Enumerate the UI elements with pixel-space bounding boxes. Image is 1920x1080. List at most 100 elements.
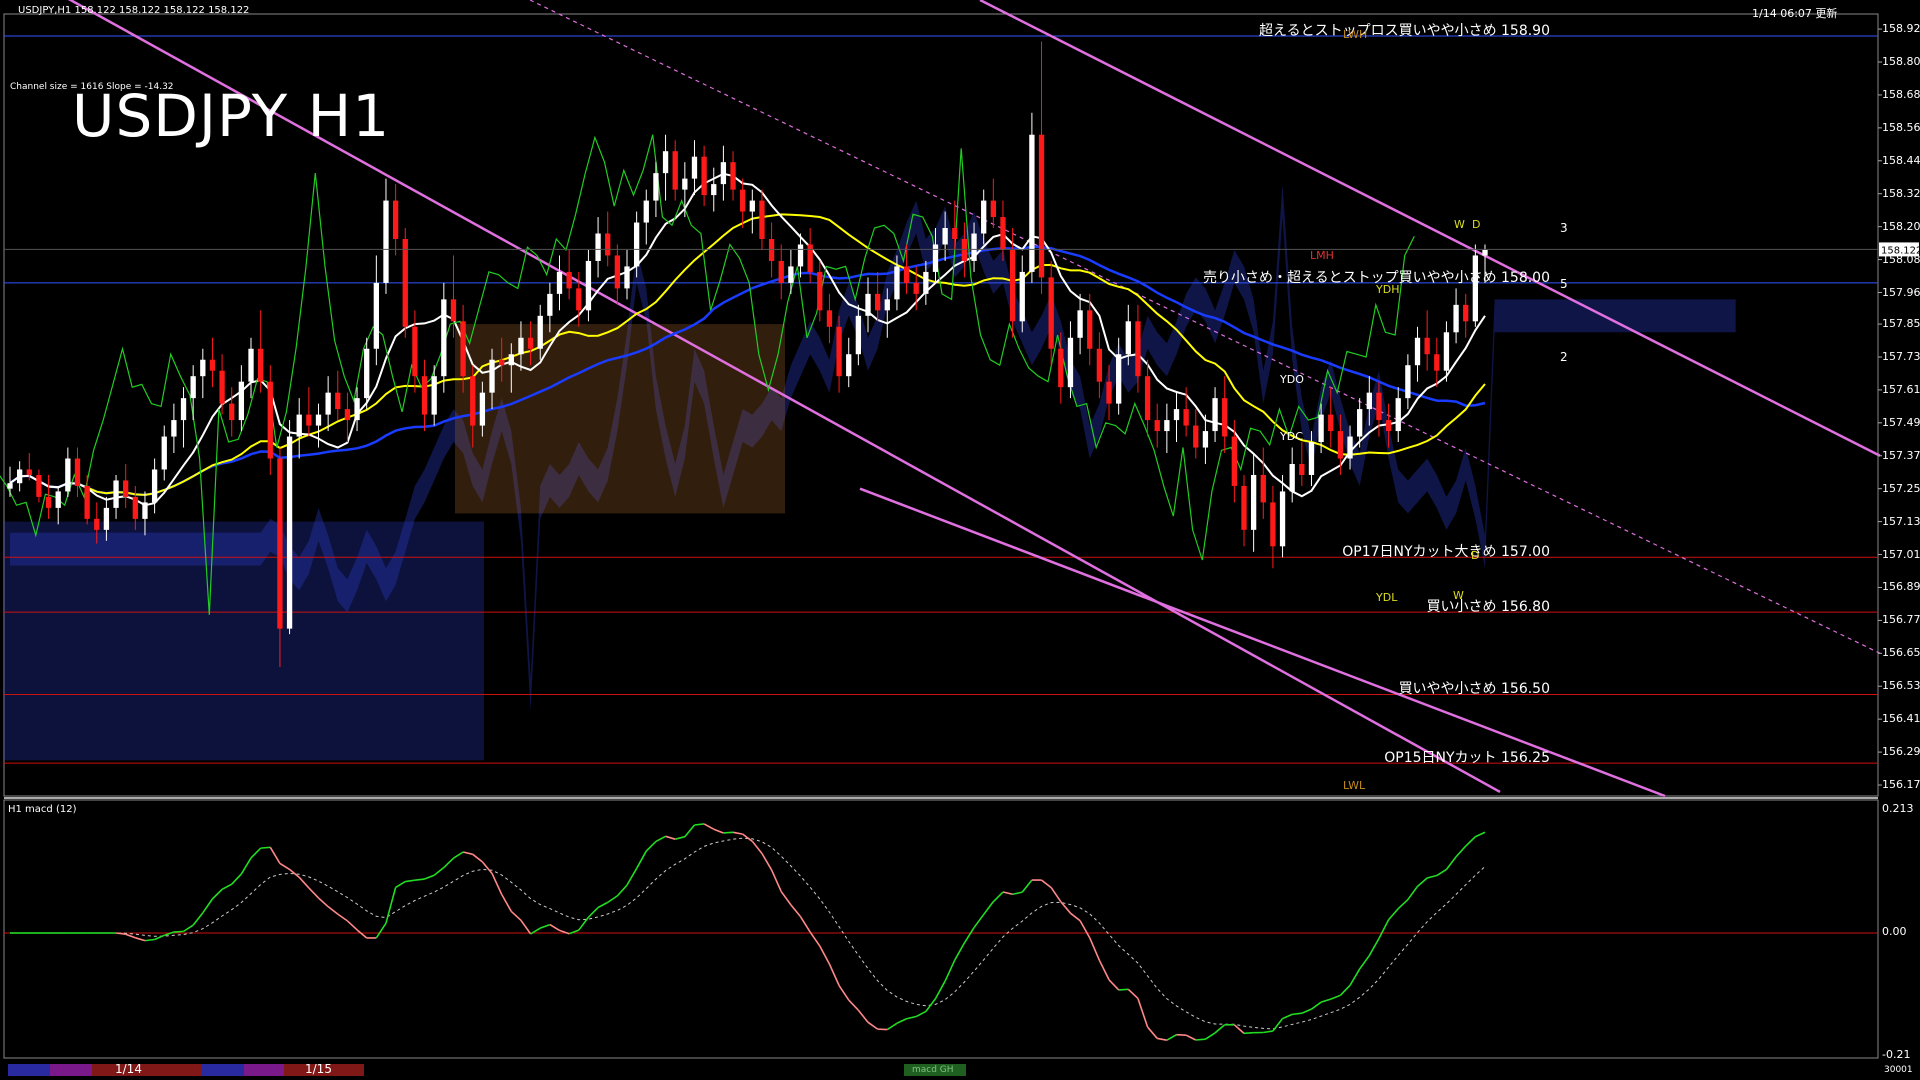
- macd-panel-frame: [3, 799, 1879, 1059]
- macd-line-segment: [732, 831, 743, 835]
- candle-body: [209, 359, 216, 371]
- candle-body: [1231, 436, 1237, 486]
- candle-body: [421, 376, 428, 415]
- key-level-label: 買い小さめ 156.80: [1426, 599, 1550, 616]
- candle-body: [1038, 134, 1045, 278]
- price-axis-label: 156.290: [1882, 745, 1920, 759]
- macd-label: H1 macd (12): [8, 804, 77, 815]
- key-level-label: 買いやや小さめ 156.50: [1398, 681, 1550, 698]
- price-axis-label: 156.650: [1882, 646, 1920, 660]
- candle-body: [894, 266, 900, 300]
- candle-body: [730, 162, 736, 190]
- macd-line-segment: [1475, 831, 1486, 838]
- candle-body: [1357, 409, 1363, 437]
- macd-line-segment: [481, 861, 493, 874]
- macd-line-segment: [674, 835, 686, 840]
- macd-line-segment: [1204, 1032, 1216, 1040]
- candle-body: [576, 288, 582, 311]
- macd-line-segment: [173, 930, 184, 933]
- candle-body: [1087, 310, 1093, 349]
- macd-line-segment: [1349, 968, 1361, 986]
- macd-line-segment: [1214, 1024, 1226, 1034]
- macd-line-segment: [723, 831, 734, 834]
- macd-line-segment: [1263, 1030, 1274, 1034]
- candle-body: [624, 266, 630, 289]
- macd-line-segment: [1137, 998, 1149, 1028]
- candle-body: [1289, 463, 1295, 492]
- candle-body: [1463, 304, 1469, 322]
- candle-body: [123, 480, 129, 497]
- macd-line-segment: [183, 924, 194, 933]
- candle-body: [884, 299, 890, 311]
- price-axis-label: 158.925: [1882, 22, 1920, 36]
- candle-body: [566, 271, 572, 289]
- symbol-info: USDJPY,H1 158.122 158.122 158.122 158.12…: [18, 5, 250, 16]
- macd-line-segment: [1320, 998, 1331, 1003]
- box-label-d-low: D: [1471, 549, 1480, 562]
- candle-body: [1414, 337, 1421, 366]
- channel-label-2: 2: [1560, 350, 1568, 364]
- candle-body: [556, 271, 563, 294]
- candle-body: [682, 178, 688, 190]
- key-level-label: OP15日NYカット 156.25: [1384, 750, 1550, 767]
- macd-line-segment: [549, 923, 560, 932]
- candle-body: [932, 244, 939, 272]
- box-label-ydc: YDC: [1280, 430, 1303, 443]
- macd-line-segment: [1060, 901, 1072, 914]
- candle-body: [547, 293, 553, 316]
- candle-body: [151, 469, 158, 503]
- macd-line-segment: [587, 906, 599, 918]
- candle-body: [1173, 409, 1180, 421]
- macd-line-segment: [308, 887, 320, 899]
- macd-line-segment: [1397, 898, 1409, 910]
- candle-body: [94, 518, 100, 530]
- price-chart-svg[interactable]: 158.122: [0, 0, 1920, 1080]
- macd-line-segment: [202, 898, 214, 914]
- macd-line-segment: [742, 833, 753, 842]
- candle-body: [797, 244, 804, 267]
- box-label-ydo: YDO: [1280, 373, 1304, 386]
- macd-line-segment: [694, 823, 705, 826]
- candle-body: [315, 414, 322, 426]
- candle-body: [16, 469, 23, 484]
- candle-body: [788, 266, 794, 283]
- candle-body: [537, 315, 543, 349]
- macd-line-segment: [1108, 979, 1120, 991]
- macd-line-segment: [751, 840, 763, 855]
- candle-body: [913, 282, 919, 294]
- macd-line-segment: [1012, 891, 1023, 896]
- macd-tick-top: 0.213: [1882, 802, 1914, 815]
- macd-line-segment: [375, 922, 387, 939]
- macd-line-segment: [317, 897, 329, 908]
- candle-body: [720, 162, 727, 185]
- macd-line-segment: [1243, 1031, 1254, 1035]
- timeline-segment: [244, 1064, 284, 1076]
- candle-body: [942, 228, 948, 245]
- candle-body: [392, 200, 399, 239]
- candle-body: [971, 233, 977, 261]
- macd-line-segment: [125, 933, 136, 939]
- price-axis-label: 156.890: [1882, 580, 1920, 594]
- candle-body: [1376, 392, 1382, 421]
- macd-line-segment: [848, 999, 859, 1011]
- chart-stage: 158.122 USDJPY,H1 158.122 158.122 158.12…: [0, 0, 1920, 1080]
- channel-label-5: 5: [1560, 277, 1568, 291]
- price-axis-label: 158.085: [1882, 252, 1920, 266]
- macd-line-segment: [1041, 879, 1052, 889]
- macd-line-segment: [279, 862, 290, 871]
- macd-line-segment: [1311, 1001, 1322, 1010]
- candle-body: [923, 271, 929, 294]
- candle-body: [1135, 321, 1141, 377]
- macd-tab-label[interactable]: macd GH: [912, 1065, 954, 1075]
- candle-body: [1279, 491, 1286, 547]
- macd-line-segment: [665, 835, 676, 840]
- macd-line-segment: [491, 873, 503, 895]
- update-datetime: 1/14 06:07 更新: [1752, 7, 1838, 20]
- macd-line-segment: [443, 857, 455, 869]
- candle-body: [817, 271, 823, 311]
- macd-line-segment: [1465, 836, 1476, 847]
- candle-body: [518, 337, 524, 355]
- candle-body: [306, 414, 312, 426]
- candle-body: [653, 173, 659, 201]
- box-label-ydl: YDL: [1376, 591, 1398, 604]
